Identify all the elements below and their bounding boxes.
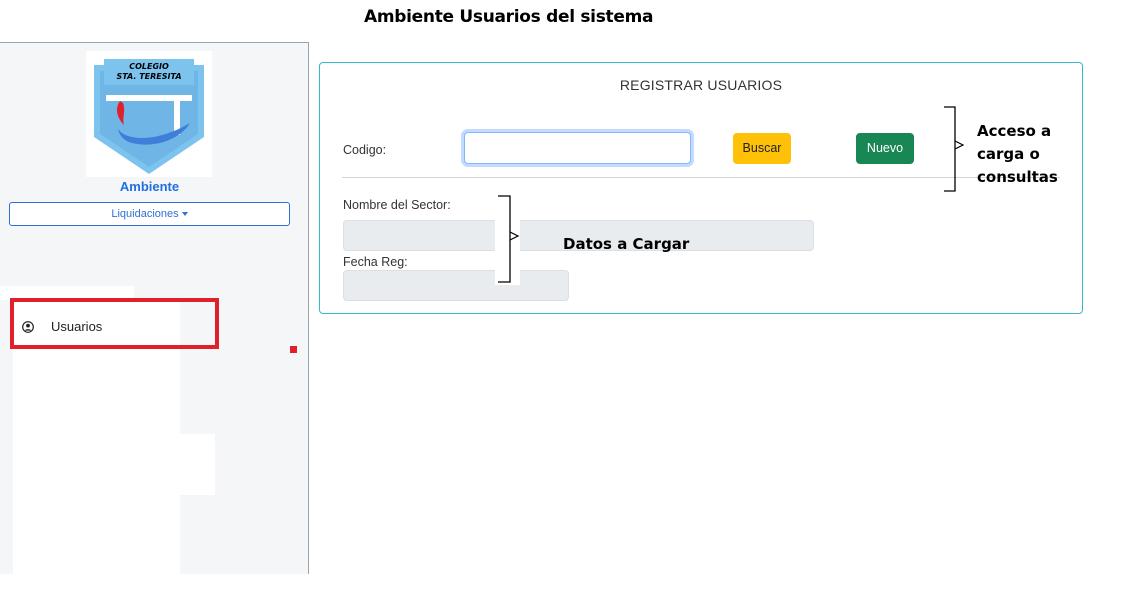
nombre-sector-label: Nombre del Sector: [343,198,451,212]
fecha-reg-input[interactable] [343,270,569,301]
acceso-line1: Acceso a [977,122,1052,140]
liquidaciones-dropdown[interactable]: Liquidaciones [9,202,290,226]
acceso-annotation: Acceso a carga o consultas [977,120,1058,189]
codigo-label: Codigo: [343,143,387,157]
highlight-box [10,298,219,349]
caret-down-icon [181,212,188,217]
sidebar-patch [180,434,215,495]
nuevo-button[interactable]: Nuevo [856,133,914,164]
datos-bracket [498,195,520,283]
logo-text-line2: STA. TERESITA [116,72,181,81]
dropdown-label: Liquidaciones [111,208,179,220]
codigo-input[interactable] [464,132,691,164]
logo-text-line1: COLEGIO [129,62,169,71]
school-logo: COLEGIO STA. TERESITA [86,51,212,177]
fecha-reg-label: Fecha Reg: [343,255,408,269]
red-marker [290,346,297,353]
page-title: Ambiente Usuarios del sistema [364,7,654,27]
card-title: REGISTRAR USUARIOS [619,77,783,93]
sidebar-brand: Ambiente [119,179,180,194]
datos-annotation: Datos a Cargar [563,235,690,253]
acceso-bracket [944,106,965,192]
acceso-line2: carga o [977,145,1040,163]
buscar-button[interactable]: Buscar [733,133,791,164]
acceso-line3: consultas [977,168,1058,186]
